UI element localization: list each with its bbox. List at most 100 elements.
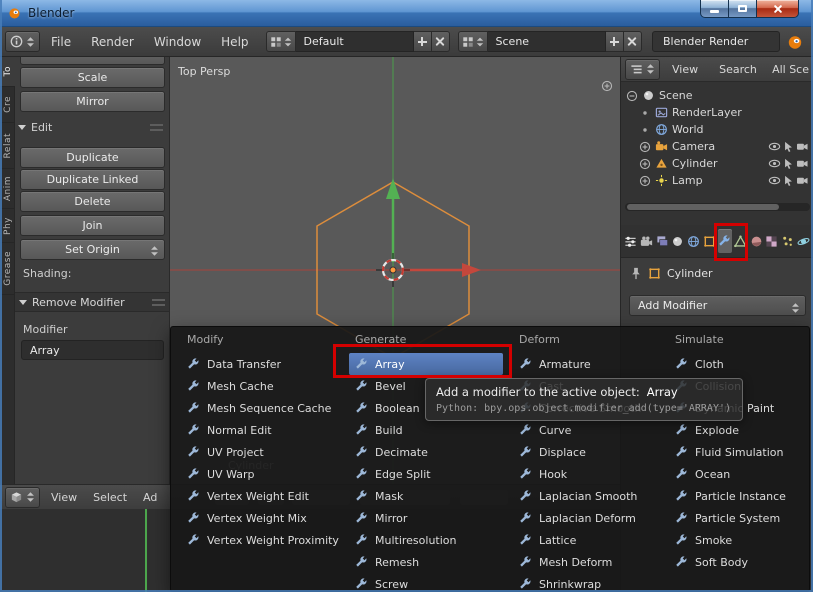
viewport-menu-view[interactable]: View xyxy=(44,489,84,506)
modifier-item-soft-body[interactable]: Soft Body xyxy=(669,551,803,573)
tab-cre[interactable]: Cre xyxy=(0,87,15,123)
minimize-button[interactable] xyxy=(700,0,729,18)
modifier-item-mesh-sequence-cache[interactable]: Mesh Sequence Cache xyxy=(181,397,345,419)
expand-icon[interactable] xyxy=(638,140,651,153)
modifier-item-cloth[interactable]: Cloth xyxy=(669,353,803,375)
outliner-scrollbar[interactable] xyxy=(625,203,810,211)
modifier-item-vertex-weight-proximity[interactable]: Vertex Weight Proximity xyxy=(181,529,345,551)
visibility-icon[interactable] xyxy=(768,174,781,187)
modifier-item-particle-system[interactable]: Particle System xyxy=(669,507,803,529)
modifier-item-vertex-weight-mix[interactable]: Vertex Weight Mix xyxy=(181,507,345,529)
scrollbar-thumb[interactable] xyxy=(627,204,779,210)
modifier-item-shrinkwrap[interactable]: Shrinkwrap xyxy=(513,573,661,591)
menu-window[interactable]: Window xyxy=(145,32,210,52)
outliner-item-scene[interactable]: Scene xyxy=(621,87,813,104)
editor-type-button[interactable] xyxy=(5,31,40,52)
modifier-item-ocean[interactable]: Ocean xyxy=(669,463,803,485)
modifier-item-build[interactable]: Build xyxy=(349,419,503,441)
modifier-item-lattice[interactable]: Lattice xyxy=(513,529,661,551)
modifier-item-normal-edit[interactable]: Normal Edit xyxy=(181,419,345,441)
edit-panel-header[interactable]: Edit xyxy=(18,118,168,136)
expand-icon[interactable] xyxy=(638,174,651,187)
outliner-menu-search[interactable]: Search xyxy=(710,60,766,79)
tab-anim[interactable]: Anim xyxy=(0,169,15,209)
modifier-item-vertex-weight-edit[interactable]: Vertex Weight Edit xyxy=(181,485,345,507)
visibility-icon[interactable] xyxy=(768,157,781,170)
tab-material[interactable] xyxy=(749,229,763,253)
tab-scene[interactable] xyxy=(671,229,685,253)
modifier-item-mesh-cache[interactable]: Mesh Cache xyxy=(181,375,345,397)
modifier-item-laplacian-deform[interactable]: Laplacian Deform xyxy=(513,507,661,529)
tab-phy[interactable]: Phy xyxy=(0,209,15,243)
add-modifier-button[interactable]: Add Modifier xyxy=(629,295,806,316)
delete-button[interactable]: Delete xyxy=(20,191,165,212)
modifier-item-decimate[interactable]: Decimate xyxy=(349,441,503,463)
modifier-item-displace[interactable]: Displace xyxy=(513,441,661,463)
collapse-icon[interactable] xyxy=(625,89,638,102)
modifier-item-smoke[interactable]: Smoke xyxy=(669,529,803,551)
scene-browse-button[interactable] xyxy=(457,31,488,52)
outliner-scope-select[interactable]: All Sce xyxy=(772,63,809,76)
modifier-enum-field[interactable]: Array xyxy=(21,340,164,360)
selectable-icon[interactable] xyxy=(782,157,795,170)
duplicate-linked-button[interactable]: Duplicate Linked xyxy=(20,169,165,190)
tab-physics[interactable] xyxy=(796,229,810,253)
join-button[interactable]: Join xyxy=(20,215,165,236)
renderable-icon[interactable] xyxy=(796,174,809,187)
menu-render[interactable]: Render xyxy=(82,32,143,52)
render-engine-select[interactable]: Blender Render xyxy=(652,31,780,52)
bullet-icon[interactable] xyxy=(638,123,651,136)
modifier-item-curve[interactable]: Curve xyxy=(513,419,661,441)
modifier-item-uv-project[interactable]: UV Project xyxy=(181,441,345,463)
modifier-item-laplacian-smooth[interactable]: Laplacian Smooth xyxy=(513,485,661,507)
set-origin-button[interactable]: Set Origin xyxy=(20,239,165,260)
outliner-item-world[interactable]: World xyxy=(621,121,813,138)
visibility-icon[interactable] xyxy=(768,140,781,153)
redo-panel-header[interactable]: Remove Modifier xyxy=(15,292,169,312)
mirror-button[interactable]: Mirror xyxy=(20,91,165,112)
renderable-icon[interactable] xyxy=(796,140,809,153)
tab-render[interactable] xyxy=(640,229,654,253)
modifier-item-mirror[interactable]: Mirror xyxy=(349,507,503,529)
outliner-item-renderlayer[interactable]: RenderLayer xyxy=(621,104,813,121)
tab-relat[interactable]: Relat xyxy=(0,123,15,169)
scene-field[interactable]: Scene xyxy=(487,31,606,52)
outliner-menu-view[interactable]: View xyxy=(663,60,707,79)
selectable-icon[interactable] xyxy=(782,140,795,153)
screen-layout-field[interactable]: Default xyxy=(295,31,414,52)
modifier-item-hook[interactable]: Hook xyxy=(513,463,661,485)
close-button[interactable] xyxy=(757,0,799,18)
screen-add-button[interactable] xyxy=(413,31,432,52)
viewport-editor-type-button[interactable] xyxy=(5,486,40,508)
viewport-menu-select[interactable]: Select xyxy=(86,489,134,506)
expand-icon[interactable] xyxy=(638,157,651,170)
screen-delete-button[interactable] xyxy=(431,31,450,52)
tab-grease[interactable]: Grease xyxy=(0,243,15,295)
modifier-item-data-transfer[interactable]: Data Transfer xyxy=(181,353,345,375)
scale-button[interactable]: Scale xyxy=(20,67,165,88)
modifier-item-uv-warp[interactable]: UV Warp xyxy=(181,463,345,485)
tab-render-layers[interactable] xyxy=(655,229,669,253)
modifier-item-mesh-deform[interactable]: Mesh Deform xyxy=(513,551,661,573)
tab-to[interactable]: To xyxy=(0,57,15,87)
outliner-item-lamp[interactable]: Lamp xyxy=(621,172,813,189)
current-frame-marker[interactable] xyxy=(145,509,147,592)
modifier-item-fluid-simulation[interactable]: Fluid Simulation xyxy=(669,441,803,463)
modifier-item-explode[interactable]: Explode xyxy=(669,419,803,441)
tab-world[interactable] xyxy=(687,229,701,253)
bullet-icon[interactable] xyxy=(638,106,651,119)
modifier-item-mask[interactable]: Mask xyxy=(349,485,503,507)
modifier-item-screw[interactable]: Screw xyxy=(349,573,503,591)
partial-button[interactable] xyxy=(20,57,165,65)
modifier-item-armature[interactable]: Armature xyxy=(513,353,661,375)
modifier-item-remesh[interactable]: Remesh xyxy=(349,551,503,573)
modifier-item-multiresolution[interactable]: Multiresolution xyxy=(349,529,503,551)
outliner-editor-type-button[interactable] xyxy=(625,58,660,80)
outliner-item-cylinder[interactable]: Cylinder xyxy=(621,155,813,172)
tab-texture[interactable] xyxy=(765,229,779,253)
menu-help[interactable]: Help xyxy=(212,32,257,52)
menu-file[interactable]: File xyxy=(42,32,80,52)
renderable-icon[interactable] xyxy=(796,157,809,170)
scene-add-button[interactable] xyxy=(605,31,624,52)
screen-browse-button[interactable] xyxy=(265,31,296,52)
